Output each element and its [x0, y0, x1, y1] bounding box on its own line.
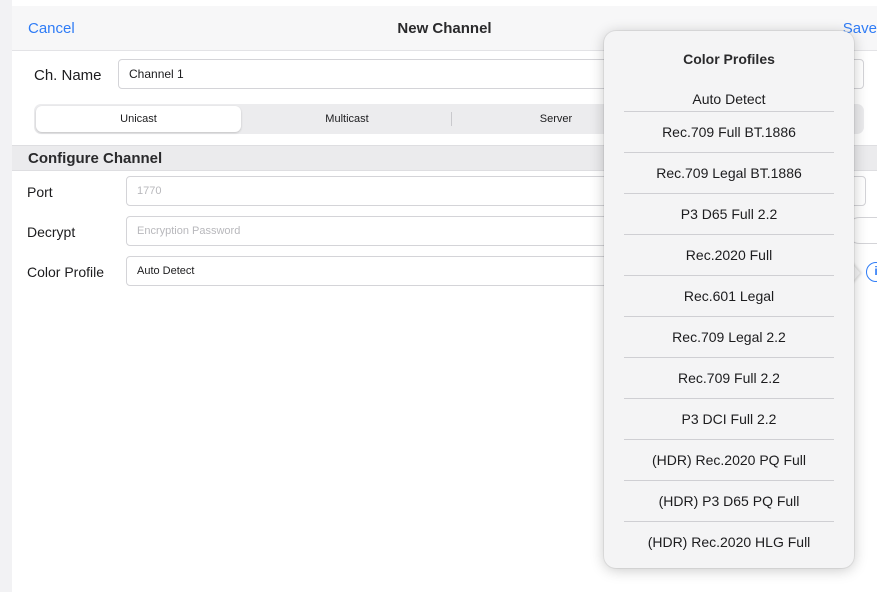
color-profile-option[interactable]: P3 D65 Full 2.2: [604, 194, 854, 235]
color-profile-option[interactable]: (HDR) Rec.2020 PQ Full: [604, 440, 854, 481]
color-profile-option[interactable]: Rec.601 Legal: [604, 276, 854, 317]
segment-unicast[interactable]: Unicast: [36, 106, 241, 132]
color-profile-option[interactable]: Rec.709 Full BT.1886: [604, 112, 854, 153]
color-profile-option[interactable]: Rec.709 Full 2.2: [604, 358, 854, 399]
color-profile-option[interactable]: (HDR) Rec.2020 HLG Full: [604, 522, 854, 563]
color-profile-option[interactable]: Auto Detect: [604, 88, 854, 112]
color-profile-option[interactable]: Rec.2020 Full: [604, 235, 854, 276]
color-profile-list: Auto Detect Rec.709 Full BT.1886 Rec.709…: [604, 88, 854, 563]
segment-multicast[interactable]: Multicast: [243, 106, 451, 132]
color-profile-option[interactable]: Rec.709 Legal BT.1886: [604, 153, 854, 194]
popover-title: Color Profiles: [683, 51, 775, 67]
color-profile-option[interactable]: P3 DCI Full 2.2: [604, 399, 854, 440]
color-profile-option[interactable]: (HDR) P3 D65 PQ Full: [604, 481, 854, 522]
window-edge: [0, 0, 12, 592]
color-profiles-popover: Color Profiles Auto Detect Rec.709 Full …: [604, 31, 854, 568]
decrypt-label: Decrypt: [27, 224, 76, 240]
channel-name-label: Ch. Name: [34, 67, 102, 84]
color-profile-option[interactable]: Rec.709 Legal 2.2: [604, 317, 854, 358]
color-profile-label: Color Profile: [27, 264, 105, 280]
port-label: Port: [27, 184, 53, 200]
section-title: Configure Channel: [28, 150, 163, 167]
